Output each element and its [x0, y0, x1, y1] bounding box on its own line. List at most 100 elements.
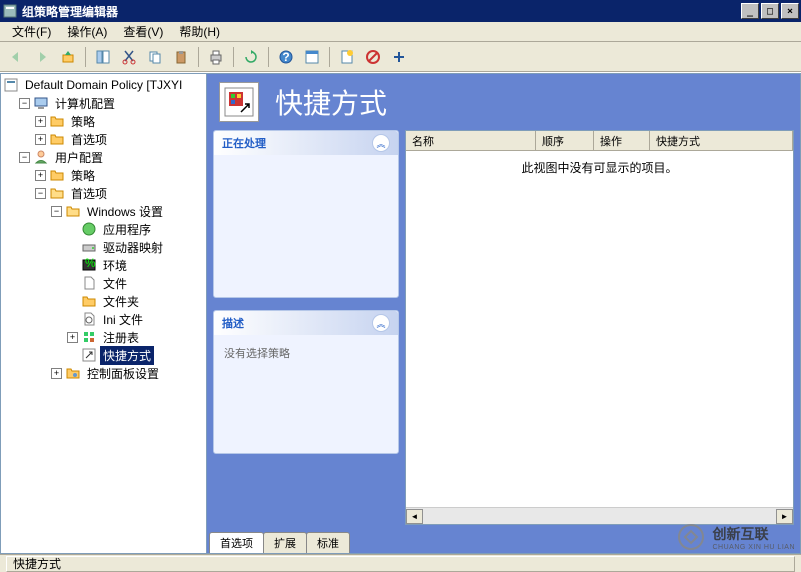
column-name[interactable]: 名称	[406, 131, 536, 150]
window-title: 组策略管理编辑器	[22, 3, 739, 20]
status-text: 快捷方式	[13, 555, 61, 572]
tree-computer-config[interactable]: − 计算机配置	[3, 94, 204, 112]
tree-user-config[interactable]: − 用户配置	[3, 148, 204, 166]
tree-label: Ini 文件	[100, 310, 146, 329]
app-icon	[2, 3, 18, 19]
tree-prefs[interactable]: + 首选项	[3, 130, 204, 148]
collapse-button[interactable]: ︽	[372, 134, 390, 152]
content-heading: 快捷方式	[275, 82, 387, 122]
stop-button[interactable]	[361, 45, 385, 69]
user-icon	[33, 149, 49, 165]
statusbar: 快捷方式	[0, 554, 801, 572]
tree-label: 策略	[68, 112, 98, 131]
panel-header: 正在处理 ︽	[214, 131, 398, 155]
toolbar-separator	[268, 47, 269, 67]
collapse-button[interactable]: ︽	[372, 314, 390, 332]
tree-policies[interactable]: + 策略	[3, 166, 204, 184]
tree-apps[interactable]: 应用程序	[3, 220, 204, 238]
tree-label: 控制面板设置	[84, 364, 162, 383]
expand-icon[interactable]: +	[51, 368, 62, 379]
list-area: 名称 顺序 操作 快捷方式 此视图中没有可显示的项目。 ◄ ►	[405, 130, 794, 525]
cut-button[interactable]	[117, 45, 141, 69]
maximize-button[interactable]: □	[761, 3, 779, 19]
folder-icon	[81, 293, 97, 309]
tree-windows-settings[interactable]: − Windows 设置	[3, 202, 204, 220]
list-header: 名称 顺序 操作 快捷方式	[406, 131, 793, 151]
toolbar-separator	[329, 47, 330, 67]
scroll-left-button[interactable]: ◄	[406, 509, 423, 524]
panel-body: 没有选择策略	[214, 335, 398, 371]
toolbar-separator	[233, 47, 234, 67]
horizontal-scrollbar[interactable]: ◄ ►	[406, 507, 793, 524]
registry-icon	[81, 329, 97, 345]
tree-drive-maps[interactable]: 驱动器映射	[3, 238, 204, 256]
menu-action[interactable]: 操作(A)	[59, 21, 115, 42]
print-button[interactable]	[204, 45, 228, 69]
expand-icon[interactable]: +	[35, 170, 46, 181]
tree-label: 计算机配置	[52, 94, 118, 113]
tree-label: 快捷方式	[100, 346, 154, 365]
status-cell: 快捷方式	[6, 556, 795, 572]
panel-header: 描述 ︽	[214, 311, 398, 335]
shortcut-icon	[81, 347, 97, 363]
up-button[interactable]	[56, 45, 80, 69]
column-shortcut[interactable]: 快捷方式	[650, 131, 793, 150]
menubar: 文件(F) 操作(A) 查看(V) 帮助(H)	[0, 22, 801, 42]
svg-text:?: ?	[282, 50, 289, 64]
collapse-icon[interactable]: −	[19, 98, 30, 109]
minimize-button[interactable]: _	[741, 3, 759, 19]
tree-label: 首选项	[68, 130, 110, 149]
tab-prefs[interactable]: 首选项	[209, 532, 264, 553]
tree-prefs[interactable]: − 首选项	[3, 184, 204, 202]
tree-label: Default Domain Policy [TJXYI	[22, 77, 185, 93]
tree-control-panel[interactable]: + 控制面板设置	[3, 364, 204, 382]
tree-label: Windows 设置	[84, 202, 166, 221]
expand-icon[interactable]: +	[35, 134, 46, 145]
tree-env[interactable]: % 环境	[3, 256, 204, 274]
tab-extended[interactable]: 扩展	[263, 532, 307, 553]
control-panel-icon	[65, 365, 81, 381]
tree-label: 应用程序	[100, 220, 154, 239]
add-button[interactable]	[387, 45, 411, 69]
tree-folders[interactable]: 文件夹	[3, 292, 204, 310]
collapse-icon[interactable]: −	[51, 206, 62, 217]
tree-root[interactable]: Default Domain Policy [TJXYI	[3, 76, 204, 94]
tree-shortcuts[interactable]: 快捷方式	[3, 346, 204, 364]
help-button[interactable]: ?	[274, 45, 298, 69]
tree-policies[interactable]: + 策略	[3, 112, 204, 130]
tree-label: 首选项	[68, 184, 110, 203]
svg-text:%: %	[85, 257, 96, 270]
expand-icon[interactable]: +	[35, 116, 46, 127]
collapse-icon[interactable]: −	[19, 152, 30, 163]
content-panel: 快捷方式 正在处理 ︽ 描述 ︽ 没有选择策略	[207, 73, 801, 554]
desc-panel: 描述 ︽ 没有选择策略	[213, 310, 399, 454]
env-icon: %	[81, 257, 97, 273]
tree-ini[interactable]: Ini 文件	[3, 310, 204, 328]
tree-label: 注册表	[100, 328, 142, 347]
menu-file[interactable]: 文件(F)	[4, 21, 59, 42]
scroll-right-button[interactable]: ►	[776, 509, 793, 524]
new-button[interactable]	[335, 45, 359, 69]
refresh-button[interactable]	[239, 45, 263, 69]
panel-title: 正在处理	[222, 135, 266, 151]
side-panels: 正在处理 ︽ 描述 ︽ 没有选择策略	[213, 130, 399, 525]
column-action[interactable]: 操作	[594, 131, 650, 150]
menu-help[interactable]: 帮助(H)	[171, 21, 228, 42]
tree-files[interactable]: 文件	[3, 274, 204, 292]
tree-label: 用户配置	[52, 148, 106, 167]
policy-icon	[3, 77, 19, 93]
properties-button[interactable]	[300, 45, 324, 69]
show-hide-tree-button[interactable]	[91, 45, 115, 69]
menu-view[interactable]: 查看(V)	[115, 21, 171, 42]
close-button[interactable]: ×	[781, 3, 799, 19]
copy-button[interactable]	[143, 45, 167, 69]
tabs: 首选项 扩展 标准	[207, 531, 800, 553]
tree-registry[interactable]: + 注册表	[3, 328, 204, 346]
column-order[interactable]: 顺序	[536, 131, 594, 150]
paste-button[interactable]	[169, 45, 193, 69]
tab-standard[interactable]: 标准	[306, 532, 350, 553]
forward-button	[30, 45, 54, 69]
collapse-icon[interactable]: −	[35, 188, 46, 199]
list-body: 此视图中没有可显示的项目。	[406, 151, 793, 507]
expand-icon[interactable]: +	[67, 332, 78, 343]
